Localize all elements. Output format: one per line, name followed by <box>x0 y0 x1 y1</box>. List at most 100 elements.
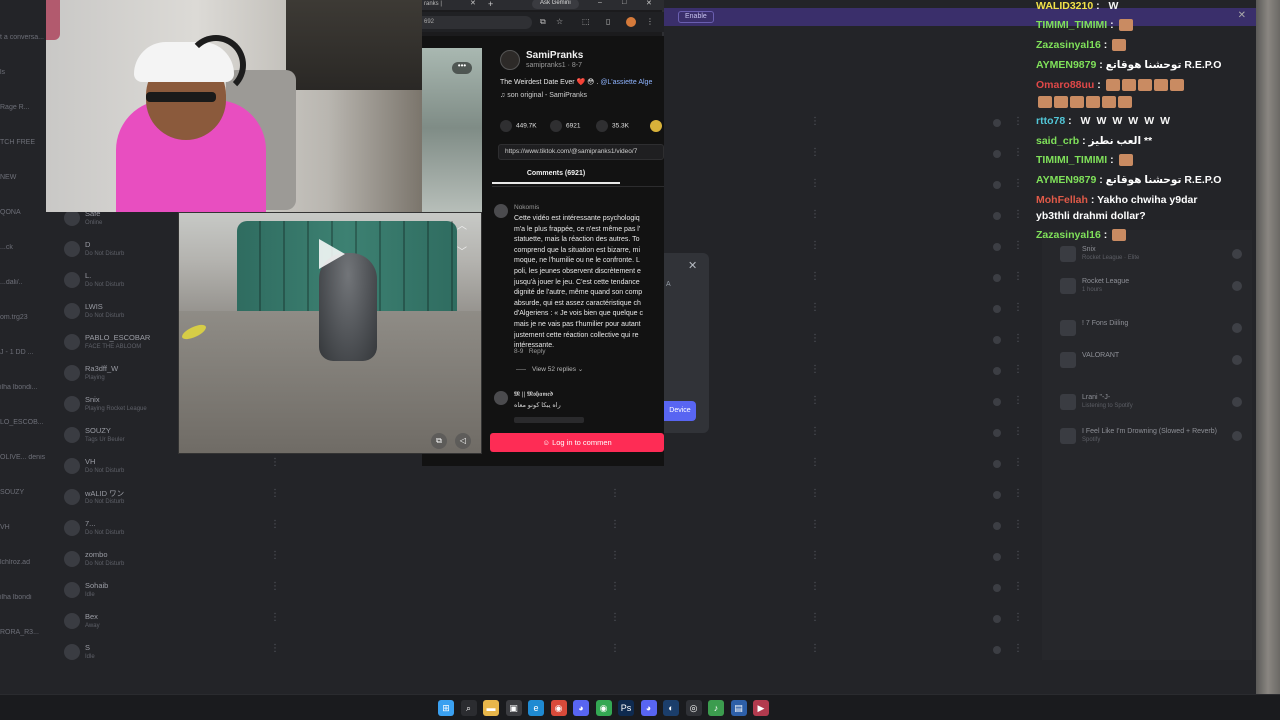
photoshop-icon[interactable]: Ps <box>618 700 634 716</box>
cast-icon[interactable]: ⧉ <box>540 17 546 27</box>
more-options-icon[interactable]: ⋮ <box>1013 241 1023 251</box>
channel-item[interactable]: VH <box>0 524 46 531</box>
more-options-icon[interactable]: ⋮ <box>810 365 820 375</box>
steam-icon[interactable]: ◐ <box>663 700 679 716</box>
activity-action-icon[interactable] <box>1232 431 1242 441</box>
channel-item[interactable]: ilha lbondi <box>0 594 46 601</box>
chat-username[interactable]: Zazasinyal16 <box>1036 39 1101 51</box>
maximize-button[interactable]: □ <box>622 0 626 6</box>
more-options-icon[interactable]: ⋮ <box>810 520 820 530</box>
more-options-icon[interactable]: ⋮ <box>1013 582 1023 592</box>
volume-icon[interactable]: ◁ <box>455 433 471 449</box>
new-tab-button[interactable]: + <box>488 0 493 9</box>
more-options-icon[interactable]: ⋮ <box>1013 179 1023 189</box>
avatar[interactable] <box>64 520 80 536</box>
author-avatar[interactable] <box>500 50 520 70</box>
activity-item[interactable]: VALORANT <box>1056 348 1246 374</box>
member-item[interactable]: Ra3dff_W Playing <box>58 360 178 388</box>
more-options-icon[interactable]: ⋮ <box>1013 148 1023 158</box>
channel-item[interactable]: ...ck <box>0 244 46 251</box>
channel-item[interactable]: NEW <box>0 174 46 181</box>
windows-start-icon[interactable]: ⊞ <box>438 700 454 716</box>
more-options-icon[interactable]: ⋮ <box>270 458 280 468</box>
more-options-icon[interactable]: ⋮ <box>1013 489 1023 499</box>
music-link[interactable]: ♫ son original - SamiPranks <box>500 92 587 99</box>
extensions-icon[interactable]: ⬚ <box>582 17 590 26</box>
spotify-icon[interactable]: ♪ <box>708 700 724 716</box>
more-options-icon[interactable]: ⋮ <box>810 427 820 437</box>
more-options-icon[interactable]: ⋮ <box>810 272 820 282</box>
avatar[interactable] <box>64 396 80 412</box>
ask-gemini-button[interactable]: Ask Gemini <box>532 0 579 9</box>
member-item[interactable]: Bex Away <box>58 608 178 636</box>
activity-item[interactable]: ! 7 Fons Diiling <box>1056 316 1246 342</box>
more-options-icon[interactable]: ⋮ <box>1013 210 1023 220</box>
address-bar[interactable]: 692 <box>422 16 532 29</box>
more-options-icon[interactable]: ⋮ <box>610 520 620 530</box>
more-options-icon[interactable]: ⋮ <box>810 117 820 127</box>
store-icon[interactable]: ▣ <box>505 700 522 716</box>
channel-item[interactable]: LO_ESCOB... <box>0 419 46 426</box>
media-player-icon[interactable]: ▶ <box>753 700 769 716</box>
chat-username[interactable]: rtto78 <box>1036 115 1065 127</box>
commenter-avatar[interactable] <box>494 391 508 405</box>
more-options-icon[interactable]: ⋮ <box>610 613 620 623</box>
app-icon[interactable]: ▤ <box>730 700 747 716</box>
avatar[interactable] <box>64 458 80 474</box>
commenter-avatar[interactable] <box>494 204 508 218</box>
channel-item[interactable]: ilha lbondi... <box>0 384 46 391</box>
save-button[interactable]: 35.3K <box>596 120 629 132</box>
member-item[interactable]: SOUZY Tags Ur Beuler <box>58 422 178 450</box>
author-name[interactable]: SamiPranks <box>526 50 583 61</box>
obs-icon[interactable]: ◎ <box>685 700 702 716</box>
more-options-icon[interactable]: ⋮ <box>1013 117 1023 127</box>
search-icon[interactable]: ⌕ <box>460 700 477 716</box>
channel-item[interactable]: J - 1 DD ... <box>0 349 46 356</box>
more-options-icon[interactable]: ⋮ <box>1013 458 1023 468</box>
channel-item[interactable]: om.trg23 <box>0 314 46 321</box>
more-options-icon[interactable]: ⋮ <box>1013 644 1023 654</box>
login-to-comment-button[interactable]: ☺ Log in to commen <box>490 433 664 452</box>
minimize-button[interactable]: – <box>598 0 602 6</box>
member-item[interactable]: wALID ワン Do Not Disturb <box>58 484 178 512</box>
member-item[interactable]: zombo Do Not Disturb <box>58 546 178 574</box>
discord-alt-icon[interactable]: ◕ <box>640 700 657 716</box>
activity-item[interactable]: Rocket League 1 hours <box>1056 274 1246 300</box>
more-options-icon[interactable]: ⋮ <box>270 644 280 654</box>
picture-in-picture-icon[interactable]: ⧉ <box>431 433 447 449</box>
channel-item[interactable]: TCH FREE <box>0 139 46 146</box>
activity-action-icon[interactable] <box>1232 281 1242 291</box>
more-options-icon[interactable]: ⋮ <box>810 179 820 189</box>
avatar[interactable] <box>64 644 80 660</box>
chrome-icon[interactable]: ◉ <box>550 700 567 716</box>
more-options-icon[interactable]: ⋮ <box>810 613 820 623</box>
activity-action-icon[interactable] <box>1232 397 1242 407</box>
activity-item[interactable]: I Feel Like I'm Drowning (Slowed + Rever… <box>1056 424 1246 450</box>
more-options-icon[interactable]: ⋮ <box>810 489 820 499</box>
more-options-icon[interactable]: ⋮ <box>1013 272 1023 282</box>
chat-username[interactable]: Omaro88uu <box>1036 79 1094 91</box>
video-link-field[interactable]: https://www.tiktok.com/@samipranks1/vide… <box>498 144 664 160</box>
channel-item[interactable]: RORA_R3... <box>0 629 46 636</box>
tab-close-icon[interactable]: ✕ <box>470 0 476 8</box>
chat-username[interactable]: TIMIMI_TIMIMI <box>1036 19 1107 31</box>
member-item[interactable]: PABLO_ESCOBAR FACE THE ABLOOM <box>58 329 178 357</box>
share-button[interactable] <box>650 120 666 132</box>
comment-button[interactable]: 6921 <box>550 120 580 132</box>
more-options-icon[interactable]: ⋮ <box>610 489 620 499</box>
more-options-icon[interactable]: ⋮ <box>1013 396 1023 406</box>
more-options-icon[interactable]: ⋮ <box>270 551 280 561</box>
close-window-button[interactable]: ✕ <box>646 0 652 7</box>
more-options-icon[interactable]: ⋮ <box>270 582 280 592</box>
channel-item[interactable]: Rage R... <box>0 104 46 111</box>
chrome-active-icon[interactable]: ◉ <box>595 700 612 716</box>
edge-icon[interactable]: e <box>528 700 544 716</box>
more-options-icon[interactable]: ⋮ <box>270 520 280 530</box>
member-item[interactable]: Snix Playing Rocket League <box>58 391 178 419</box>
chat-username[interactable]: MohFellah <box>1036 194 1088 206</box>
more-options-icon[interactable]: ⋮ <box>810 241 820 251</box>
avatar[interactable] <box>64 334 80 350</box>
menu-icon[interactable]: ⋮ <box>646 17 654 26</box>
reply-button[interactable]: Reply <box>529 348 546 355</box>
device-button[interactable]: Device <box>664 401 696 421</box>
